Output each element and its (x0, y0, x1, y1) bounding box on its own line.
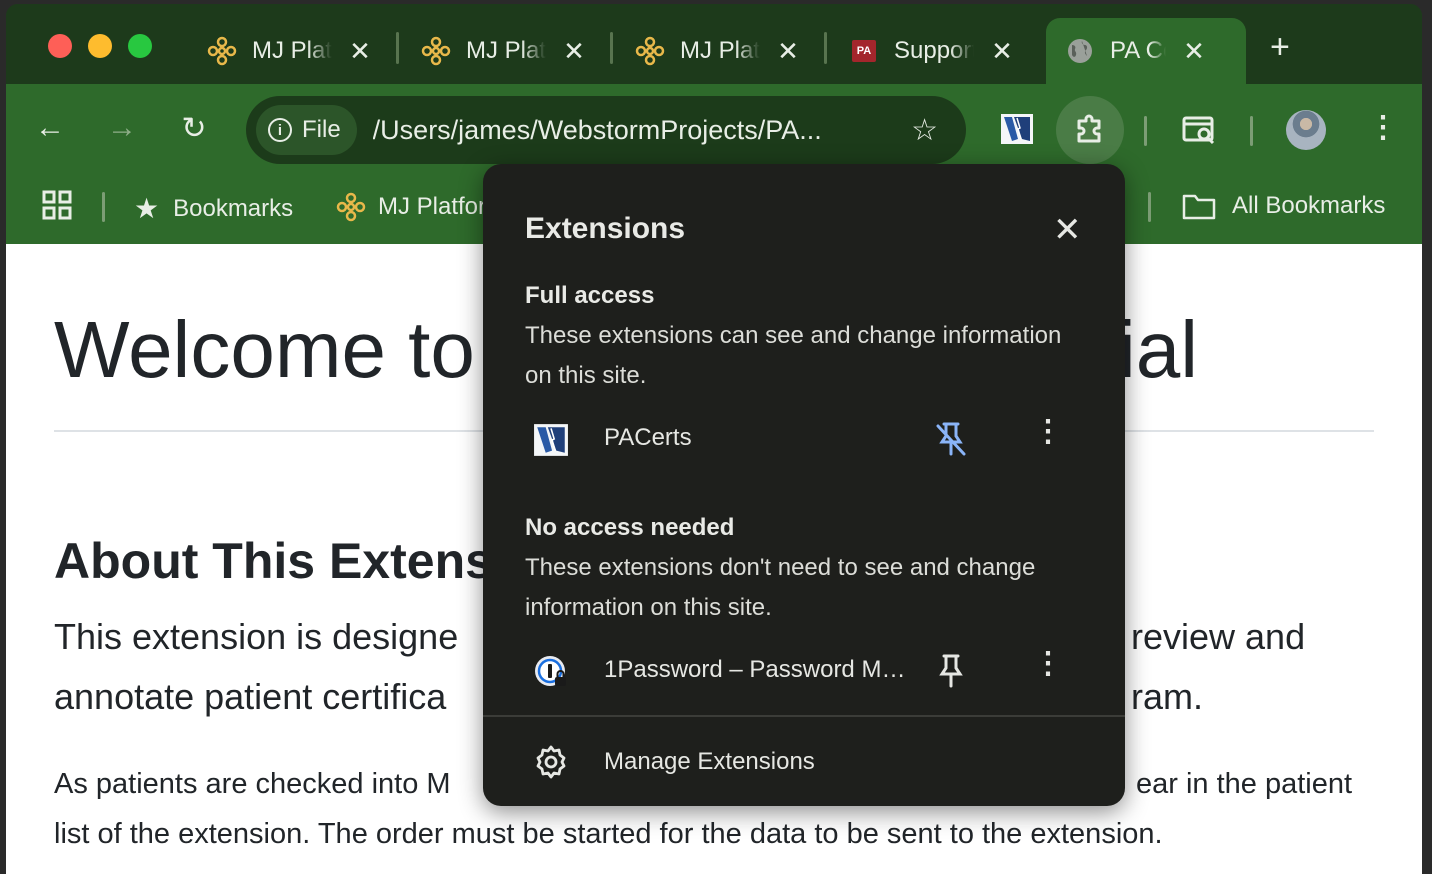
tab-support[interactable]: PA Support ✕ (848, 18, 1016, 84)
manage-extensions-label: Manage Extensions (604, 748, 815, 775)
minimize-window-button[interactable] (88, 34, 112, 58)
unpin-icon[interactable] (933, 420, 969, 458)
toolbar-separator (1144, 116, 1147, 146)
pacerts-toolbar-icon[interactable] (1000, 112, 1034, 146)
tab-separator (396, 32, 399, 64)
pacerts-icon (533, 422, 569, 458)
star-icon: ★ (134, 193, 160, 224)
popup-title: Extensions (525, 212, 686, 245)
tab-title: MJ Platform (680, 37, 760, 64)
lead-text: review and (1131, 616, 1306, 657)
back-button[interactable]: ← (28, 106, 72, 150)
gear-icon (533, 744, 569, 780)
section-heading: About This Extens (54, 533, 493, 589)
tab-pa-certs[interactable]: PA Certs ✕ (1046, 18, 1246, 84)
page-title-end: ial (1118, 305, 1199, 394)
extensions-button[interactable] (1056, 96, 1124, 164)
reload-button[interactable]: ↻ (172, 106, 216, 150)
mj-platform-icon (336, 192, 366, 222)
all-bookmarks-label: All Bookmarks (1232, 192, 1386, 219)
close-window-button[interactable] (48, 34, 72, 58)
tab-mj-platform-2[interactable]: MJ Platform ✕ (420, 18, 588, 84)
all-bookmarks-folder[interactable]: All Bookmarks (1182, 192, 1385, 220)
tab-title: MJ Platform (466, 37, 546, 64)
search-tabs-icon[interactable] (1182, 114, 1218, 151)
browser-window: MJ Platform ✕ MJ Platform ✕ MJ Platform … (6, 4, 1422, 874)
close-tab-icon[interactable]: ✕ (988, 36, 1016, 67)
more-options-icon[interactable]: ⋮ (1033, 646, 1063, 681)
pin-icon[interactable] (933, 652, 969, 690)
tab-title: PA Certs (1110, 37, 1166, 64)
avatar[interactable] (1286, 110, 1326, 150)
maximize-window-button[interactable] (128, 34, 152, 58)
globe-icon (1064, 35, 1096, 67)
new-tab-button[interactable]: + (1270, 28, 1290, 67)
tab-title: Support (894, 37, 974, 64)
paragraph-text: list of the extension. The order must be… (54, 818, 1163, 850)
tab-strip: MJ Platform ✕ MJ Platform ✕ MJ Platform … (6, 4, 1422, 84)
bookmark-star-icon[interactable]: ☆ (911, 113, 938, 148)
address-bar[interactable]: i File /Users/james/WebstormProjects/PA.… (246, 96, 966, 164)
no-access-description: These extensions don't need to see and c… (525, 554, 1036, 621)
page-title: Welcome to (54, 305, 475, 394)
mj-platform-icon (420, 35, 452, 67)
popup-divider (483, 715, 1125, 717)
close-tab-icon[interactable]: ✕ (774, 36, 802, 67)
mj-platform-icon (206, 35, 238, 67)
close-tab-icon[interactable]: ✕ (560, 36, 588, 67)
info-icon: i (268, 118, 292, 142)
puzzle-icon (1073, 111, 1107, 150)
extensions-popup: Extensions ✕ Full access These extension… (483, 164, 1125, 806)
bookmarks-label: Bookmarks (173, 194, 294, 222)
extension-name: PACerts (604, 424, 692, 451)
mj-platform-icon (634, 35, 666, 67)
tab-separator (610, 32, 613, 64)
tab-mj-platform-3[interactable]: MJ Platform ✕ (634, 18, 802, 84)
close-tab-icon[interactable]: ✕ (1180, 36, 1208, 67)
site-info-chip[interactable]: i File (256, 105, 357, 155)
paragraph-text: ear in the patient (1136, 768, 1353, 800)
extension-row-1password[interactable]: 1Password – Password Manager ⋮ (483, 642, 1125, 702)
bookmark-mj-platform[interactable]: MJ Platform (336, 192, 506, 222)
tab-separator (824, 32, 827, 64)
site-info-label: File (302, 116, 341, 143)
forward-button[interactable]: → (100, 106, 144, 150)
more-options-icon[interactable]: ⋮ (1033, 414, 1063, 449)
lead-text: This extension is designe (54, 616, 459, 657)
url-text[interactable]: /Users/james/WebstormProjects/PA... (373, 115, 863, 146)
extension-name: 1Password – Password Manager (604, 656, 914, 683)
tab-title: MJ Platform (252, 37, 332, 64)
bookmarks-folder[interactable]: ★ Bookmarks (134, 192, 293, 225)
paragraph-text: As patients are checked into M (54, 768, 451, 800)
folder-icon (1182, 192, 1216, 220)
lead-text: ram. (1131, 676, 1203, 717)
pa-logo-icon: PA (848, 35, 880, 67)
lead-text: annotate patient certifica (54, 676, 447, 717)
bookmarks-separator (1148, 192, 1151, 222)
grid-icon[interactable] (42, 190, 72, 220)
tab-mj-platform-1[interactable]: MJ Platform ✕ (206, 18, 374, 84)
full-access-description: These extensions can see and change info… (525, 322, 1062, 389)
browser-menu-icon[interactable]: ⋮ (1368, 110, 1398, 145)
no-access-heading: No access needed (525, 514, 735, 541)
close-icon[interactable]: ✕ (1053, 210, 1082, 250)
1password-icon (533, 654, 569, 690)
close-tab-icon[interactable]: ✕ (346, 36, 374, 67)
manage-extensions-button[interactable]: Manage Extensions (483, 734, 1125, 790)
full-access-heading: Full access (525, 282, 655, 309)
bookmarks-separator (102, 192, 105, 222)
toolbar-separator (1250, 116, 1253, 146)
extension-row-pacerts[interactable]: PACerts ⋮ (483, 410, 1125, 470)
